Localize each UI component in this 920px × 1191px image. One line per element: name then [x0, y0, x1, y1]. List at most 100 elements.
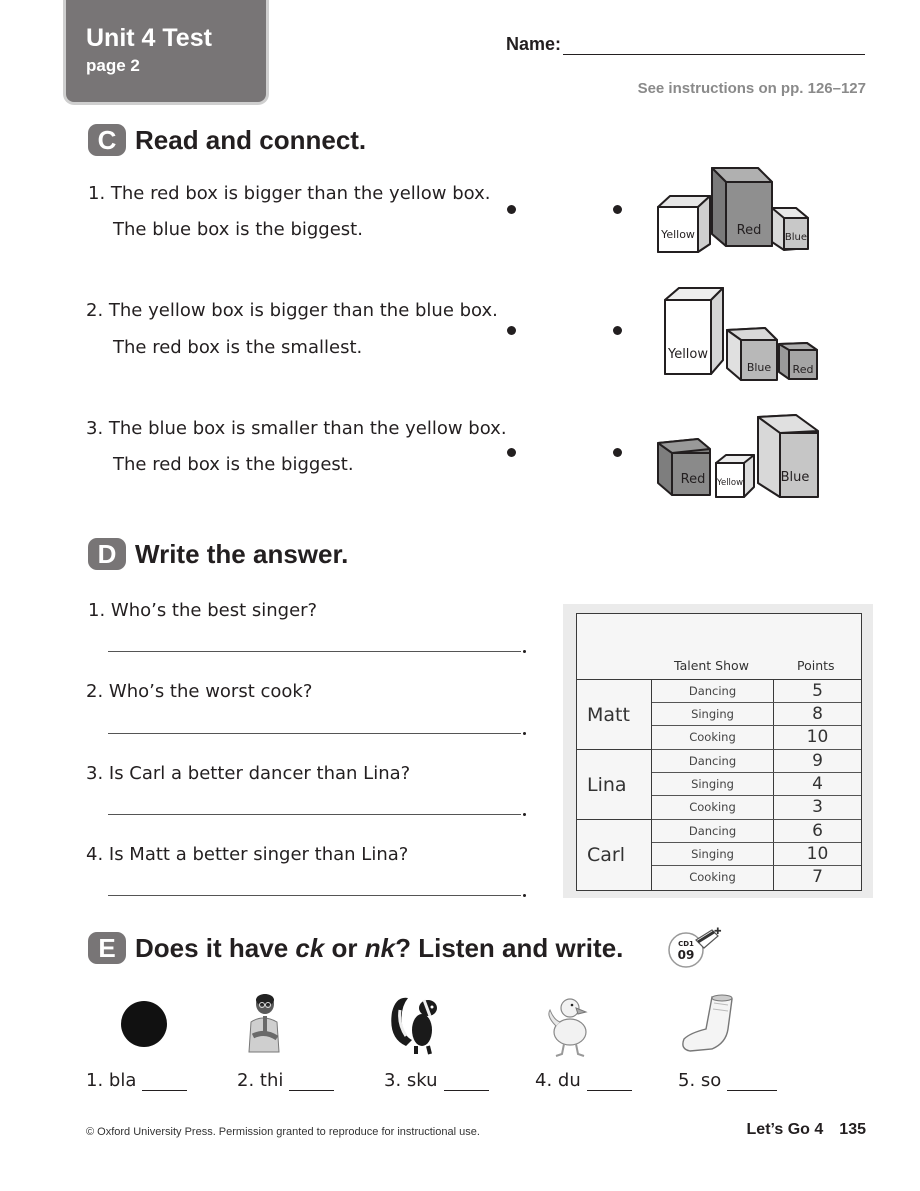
period-mark: [523, 732, 526, 735]
svg-text:✚: ✚: [714, 927, 722, 937]
footer-book: Let’s Go 4 135: [747, 1121, 866, 1139]
boxes-picture-3: Red Yellow Blue: [657, 414, 819, 498]
box-label: Blue: [781, 470, 810, 485]
word-blank-4[interactable]: [586, 1075, 632, 1091]
section-title: Write the answer.: [135, 538, 349, 569]
word-item-5: 5. so: [678, 1070, 778, 1091]
word-blank-1[interactable]: [142, 1075, 188, 1091]
section-e-heading: E Does it have ck or nk? Listen and writ…: [88, 932, 623, 964]
question-3: 3. Is Carl a better dancer than Lina?: [86, 763, 411, 784]
title-part: ? Listen and write.: [395, 932, 624, 963]
activity: Cooking: [689, 730, 736, 744]
word-item-2: 2. thi: [237, 1070, 335, 1091]
header-points: Points: [797, 658, 835, 673]
points: 10: [773, 726, 861, 749]
person-name: Carl: [577, 820, 652, 890]
connect-dot-left-3[interactable]: [507, 448, 516, 457]
section-d-heading: D Write the answer.: [88, 538, 348, 570]
answer-line-2[interactable]: [108, 733, 521, 734]
connect-item-3-line1: 3. The blue box is smaller than the yell…: [86, 418, 507, 439]
answer-line-4[interactable]: [108, 895, 521, 896]
period-mark: [523, 650, 526, 653]
points: 6: [773, 820, 861, 842]
word-prompt: 4. du: [535, 1070, 581, 1091]
table-row: Dancing 9: [652, 750, 861, 773]
word-blank-5[interactable]: [727, 1075, 778, 1091]
connect-dot-right-3[interactable]: [613, 448, 622, 457]
skunk-picture: [391, 997, 437, 1055]
table-row: Singing 10: [652, 843, 861, 866]
boxes-picture-2: Yellow Blue Red: [664, 287, 818, 381]
section-badge: D: [88, 538, 126, 570]
table-row: Dancing 5: [652, 680, 861, 703]
title-nk: nk: [364, 932, 396, 963]
connect-item-1-line2: The blue box is the biggest.: [113, 219, 363, 240]
connect-item-2-line2: The red box is the smallest.: [113, 337, 363, 358]
word-prompt: 5. so: [678, 1070, 722, 1091]
instructions-note: See instructions on pp. 126–127: [637, 80, 866, 97]
table-row: Cooking 3: [652, 796, 861, 820]
unit-tab: Unit 4 Test page 2: [66, 0, 266, 102]
name-field[interactable]: [563, 37, 866, 55]
box-label: Yellow: [660, 228, 695, 241]
boy-thinking-picture: [248, 994, 280, 1053]
connect-dot-right-1[interactable]: [613, 205, 622, 214]
box-label: Yellow: [716, 478, 743, 488]
table-row: Singing 4: [652, 773, 861, 796]
box-label: Blue: [747, 361, 772, 374]
unit-title: Unit 4 Test: [86, 24, 212, 52]
section-badge: C: [88, 124, 126, 156]
word-item-4: 4. du: [535, 1070, 632, 1091]
points: 4: [773, 773, 861, 795]
person-name: Matt: [577, 680, 652, 750]
sock-picture: [682, 994, 733, 1052]
box-label: Blue: [785, 232, 807, 243]
title-part: or: [324, 932, 365, 963]
person-name: Lina: [577, 750, 652, 820]
activity: Dancing: [688, 684, 737, 698]
table-row: Cooking 10: [652, 726, 861, 750]
answer-line-1[interactable]: [108, 651, 521, 652]
answer-line-3[interactable]: [108, 814, 521, 815]
word-item-1: 1. bla: [86, 1070, 188, 1091]
word-blank-3[interactable]: [443, 1075, 489, 1091]
activity: Dancing: [688, 824, 737, 838]
book-title: Let’s Go 4: [746, 1121, 824, 1138]
word-item-3: 3. sku: [384, 1070, 489, 1091]
activity: Cooking: [689, 800, 736, 814]
connect-dot-left-1[interactable]: [507, 205, 516, 214]
table-row: Dancing 6: [652, 820, 861, 843]
points: 7: [773, 866, 861, 890]
word-prompt: 3. sku: [384, 1070, 438, 1091]
box-label: Red: [737, 223, 762, 238]
question-4: 4. Is Matt a better singer than Lina?: [86, 844, 409, 865]
word-prompt: 2. thi: [237, 1070, 284, 1091]
activity: Singing: [691, 707, 734, 721]
table-header: Talent Show Points: [577, 614, 861, 680]
table-row: Singing 8: [652, 703, 861, 726]
copyright-notice: © Oxford University Press. Permission gr…: [86, 1126, 480, 1138]
section-badge: E: [88, 932, 126, 964]
cd-track: 09: [678, 948, 695, 962]
unit-page: page 2: [86, 56, 140, 75]
duck-picture: [548, 998, 588, 1057]
connect-item-1-line1: 1. The red box is bigger than the yellow…: [88, 183, 491, 204]
box-label: Yellow: [667, 347, 708, 362]
box-label: Red: [681, 472, 706, 487]
word-prompt: 1. bla: [86, 1070, 137, 1091]
connect-item-3-line2: The red box is the biggest.: [113, 454, 354, 475]
page-number: 135: [839, 1121, 866, 1138]
connect-dot-right-2[interactable]: [613, 326, 622, 335]
word-blank-2[interactable]: [289, 1075, 335, 1091]
activity: Singing: [691, 847, 734, 861]
section-title: Read and connect.: [135, 124, 367, 155]
name-field-row: Name:: [506, 34, 866, 55]
cd-audio-icon[interactable]: ✚ CD1 09: [666, 926, 724, 972]
points: 3: [773, 796, 861, 819]
activity: Cooking: [689, 870, 736, 884]
cd-label: CD1: [678, 940, 694, 948]
black-circle-picture: [121, 1001, 167, 1047]
points: 5: [773, 680, 861, 702]
title-part: Does it have: [135, 932, 296, 963]
connect-dot-left-2[interactable]: [507, 326, 516, 335]
